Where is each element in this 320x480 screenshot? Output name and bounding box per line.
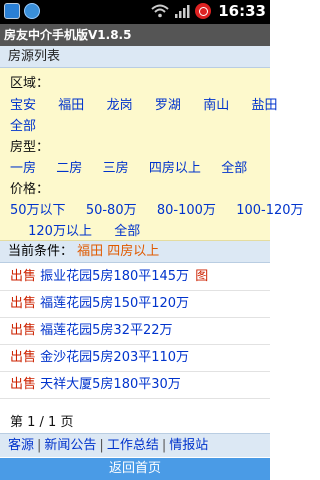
price-link-under-50[interactable]: 50万以下 [10,203,66,218]
section-title: 房源列表 [0,46,270,68]
price-label: 价格： [10,182,50,197]
current-conditions: 当前条件： 福田 四房以上 [0,241,270,263]
region-link-nanshan[interactable]: 南山 [203,98,229,113]
conditions-label: 当前条件： [8,244,74,259]
list-item[interactable]: 出售 金沙花园5房203平110万 [0,345,270,372]
region-label: 区域： [10,76,50,91]
list-item[interactable]: 出售 天祥大厦5房180平30万 [0,372,270,399]
listing-title[interactable]: 振业花园5房180平145万 [40,269,189,284]
sale-tag: 出售 [10,296,37,311]
type-link-three-room[interactable]: 三房 [103,161,129,176]
region-link-futian[interactable]: 福田 [58,98,84,113]
separator: | [161,438,167,453]
listing-title[interactable]: 金沙花园5房203平110万 [40,350,189,365]
region-link-longgang[interactable]: 龙岗 [107,98,133,113]
price-link-100-120[interactable]: 100-120万 [236,203,303,218]
back-home-button[interactable]: 返回首页 [0,458,270,480]
page-indicator: 第 1 / 1 页 [10,415,74,430]
footer-link-customers[interactable]: 客源 [8,438,34,453]
conditions-value: 福田 四房以上 [77,244,160,259]
type-label: 房型： [10,140,50,155]
price-link-80-100[interactable]: 80-100万 [157,203,216,218]
price-link-all[interactable]: 全部 [114,224,140,239]
status-bar: 16:33 [0,0,270,24]
footer-link-intel[interactable]: 情报站 [169,438,208,453]
list-item[interactable]: 出售 福莲花园5房32平22万 [0,318,270,345]
price-link-over-120[interactable]: 120万以上 [28,224,92,239]
footer-link-news[interactable]: 新闻公告 [44,438,96,453]
picture-indicator[interactable]: 图 [195,269,208,284]
alarm-icon [195,3,212,19]
sale-tag: 出售 [10,350,37,365]
type-link-two-room[interactable]: 二房 [56,161,82,176]
region-link-baoan[interactable]: 宝安 [10,98,36,113]
listing-title[interactable]: 福莲花园5房150平120万 [40,296,189,311]
type-link-four-plus[interactable]: 四房以上 [149,161,201,176]
sale-tag: 出售 [10,323,37,338]
price-link-50-80[interactable]: 50-80万 [86,203,137,218]
sale-tag: 出售 [10,377,37,392]
list-item[interactable]: 出售 福莲花园5房150平120万 [0,291,270,318]
listing-title[interactable]: 天祥大厦5房180平30万 [40,377,181,392]
app-icon [4,3,20,19]
footer-link-work-summary[interactable]: 工作总结 [107,438,159,453]
status-time: 16:33 [218,2,266,20]
sale-tag: 出售 [10,269,37,284]
wifi-icon [151,4,169,18]
type-link-one-room[interactable]: 一房 [10,161,36,176]
separator: | [37,438,42,453]
list-item[interactable]: 出售 振业花园5房180平145万 图 [0,264,270,291]
region-link-luohu[interactable]: 罗湖 [155,98,181,113]
region-link-yantian[interactable]: 盐田 [251,98,277,113]
app-title: 房友中介手机版V1.8.5 [0,24,270,46]
signal-icon [175,5,190,18]
browser-icon [24,3,40,19]
footer-nav: 客源 | 新闻公告 | 工作总结 | 情报站 [0,433,270,457]
filter-panel: 区域： 宝安 福田 龙岗 罗湖 南山 盐田 全部 房型： 一房 二房 三房 四房… [0,68,304,241]
listing-list: 出售 振业花园5房180平145万 图 出售 福莲花园5房150平120万 出售… [0,264,270,399]
listing-title[interactable]: 福莲花园5房32平22万 [40,323,172,338]
type-link-all[interactable]: 全部 [221,161,247,176]
separator: | [99,438,104,453]
region-link-all[interactable]: 全部 [10,119,36,134]
